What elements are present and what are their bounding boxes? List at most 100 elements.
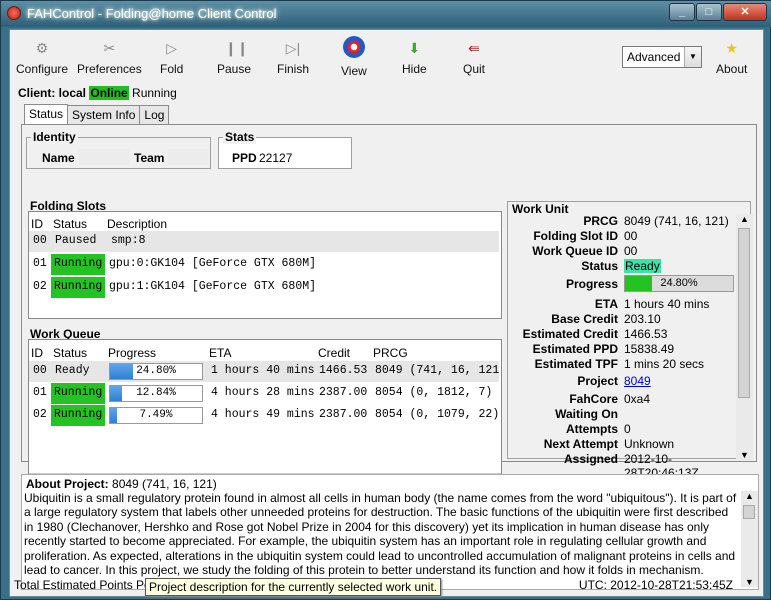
- quit-button[interactable]: ⇚ Quit: [463, 40, 485, 76]
- down-arrow-icon: ⬇: [408, 40, 421, 56]
- wu-slot-id-label: Folding Slot ID: [533, 229, 618, 243]
- table-row[interactable]: 02 Running gpu:1:GK104 [GeForce GTX 680M…: [29, 277, 499, 298]
- table-row[interactable]: 02 Running 7.49% 4 hours 49 mins 2387.00…: [29, 405, 499, 426]
- finish-label: Finish: [277, 62, 310, 76]
- about-project-value: 8049 (741, 16, 121): [112, 477, 217, 491]
- table-row[interactable]: 00 Ready 24.80% 1 hours 40 mins 1466.53 …: [29, 361, 499, 382]
- identity-title: Identity: [31, 130, 78, 144]
- scroll-up-icon[interactable]: ▲: [745, 491, 754, 501]
- client-label: Client: local: [18, 86, 87, 100]
- slot-description: smp:8: [111, 234, 146, 247]
- slot-description: gpu:1:GK104 [GeForce GTX 680M]: [109, 280, 317, 293]
- wu-est-credit-label: Estimated Credit: [522, 327, 618, 341]
- client-state: Running: [132, 86, 177, 100]
- minimize-button[interactable]: _: [669, 3, 695, 21]
- slot-id: 02: [33, 280, 47, 293]
- status-panel: Identity Name Team Stats PPD 22127 Foldi…: [21, 124, 757, 491]
- folding-slots-group: Folding Slots ID Status Description 00 P…: [24, 199, 502, 319]
- queue-progress-bar: 12.84%: [109, 385, 203, 402]
- scroll-up-icon[interactable]: ▲: [740, 214, 749, 224]
- slot-status: Running: [51, 254, 106, 275]
- column-header[interactable]: Progress: [108, 346, 156, 360]
- column-header[interactable]: Status: [53, 346, 87, 360]
- close-button[interactable]: ✕: [723, 3, 767, 21]
- hide-button[interactable]: ⬇ Hide: [402, 40, 427, 76]
- stats-group: Stats PPD 22127: [218, 130, 352, 169]
- tools-icon: ✂: [103, 40, 116, 56]
- tab-system-info[interactable]: System Info: [67, 105, 141, 126]
- wu-fahcore-label: FahCore: [569, 392, 618, 406]
- exit-door-icon: ⇚: [468, 40, 480, 56]
- wu-attempts-label: Attempts: [565, 422, 618, 436]
- queue-eta: 1 hours 40 mins: [211, 364, 315, 377]
- column-header[interactable]: Status: [53, 217, 87, 231]
- column-header[interactable]: PRCG: [373, 346, 408, 360]
- app-icon: [7, 6, 21, 20]
- work-queue-table[interactable]: ID Status Progress ETA Credit PRCG 00 Re…: [28, 339, 502, 491]
- tab-status[interactable]: Status: [24, 104, 69, 125]
- queue-progress-bar: 24.80%: [109, 363, 203, 380]
- about-scrollbar[interactable]: ▲ ▼: [741, 491, 758, 587]
- queue-progress-bar: 7.49%: [109, 407, 203, 424]
- queue-prcg: 8054 (0, 1079, 22): [375, 408, 500, 421]
- about-project-text[interactable]: Ubiquitin is a small regulatory protein …: [24, 491, 738, 585]
- column-header[interactable]: Description: [107, 217, 167, 231]
- fold-button[interactable]: ▷ Fold: [160, 40, 183, 76]
- play-icon: ▷: [166, 40, 178, 56]
- online-badge: Online: [89, 86, 129, 100]
- preferences-button[interactable]: ✂ Preferences: [77, 40, 142, 76]
- identity-group: Identity Name Team: [26, 130, 211, 169]
- folding-slots-table[interactable]: ID Status Description 00 Paused smp:8 01…: [28, 211, 502, 319]
- wu-est-ppd-label: Estimated PPD: [532, 342, 618, 356]
- wu-status-label: Status: [581, 259, 618, 273]
- wu-fahcore-value: 0xa4: [624, 392, 651, 406]
- mode-select[interactable]: Advanced ▼: [622, 46, 702, 68]
- tab-bar: Status System Info Log: [24, 104, 170, 126]
- queue-status: Running: [51, 383, 106, 404]
- scrollbar-thumb[interactable]: [743, 505, 755, 519]
- finish-button[interactable]: ▷| Finish: [277, 40, 309, 76]
- chevron-down-icon[interactable]: ▼: [684, 47, 701, 67]
- wu-prcg-value: 8049 (741, 16, 121): [624, 214, 729, 228]
- queue-id: 02: [33, 408, 47, 421]
- star-icon: ★: [725, 40, 738, 56]
- queue-prcg: 8054 (0, 1812, 7): [375, 386, 493, 399]
- table-row[interactable]: 01 Running 12.84% 4 hours 28 mins 2387.0…: [29, 383, 499, 404]
- wu-est-tpf-label: Estimated TPF: [534, 357, 618, 371]
- pause-button[interactable]: ❙❙ Pause: [217, 40, 251, 76]
- table-row[interactable]: 01 Running gpu:0:GK104 [GeForce GTX 680M…: [29, 254, 499, 275]
- queue-eta: 4 hours 49 mins: [211, 408, 315, 421]
- wu-status-value: Ready: [624, 259, 661, 273]
- column-header[interactable]: ID: [31, 346, 43, 360]
- column-header[interactable]: ETA: [209, 346, 231, 360]
- progress-text: 12.84%: [136, 387, 176, 399]
- quit-label: Quit: [463, 62, 486, 76]
- maximize-button[interactable]: □: [696, 3, 722, 21]
- wu-eta-value: 1 hours 40 mins: [624, 297, 710, 311]
- title-bar[interactable]: FAHControl - Folding@home Client Control…: [1, 1, 771, 27]
- tab-log[interactable]: Log: [139, 105, 170, 126]
- about-button[interactable]: ★ About: [716, 40, 747, 76]
- total-points-label: Total Estimated Points Pe: [14, 578, 151, 592]
- vertical-scrollbar[interactable]: ▲ ▼: [736, 214, 753, 460]
- slot-status: Paused: [55, 234, 97, 247]
- column-header[interactable]: Credit: [318, 346, 350, 360]
- work-unit-group: Work Unit PRCG 8049 (741, 16, 121) Folding…: [507, 201, 753, 480]
- queue-eta: 4 hours 28 mins: [211, 386, 315, 399]
- wu-progress-bar: 24.80%: [624, 275, 734, 292]
- view-button[interactable]: View: [341, 36, 367, 78]
- wu-progress-label: Progress: [565, 277, 618, 291]
- table-row[interactable]: 00 Paused smp:8: [29, 231, 499, 252]
- wu-project-value[interactable]: 8049: [624, 374, 651, 388]
- configure-button[interactable]: ⚙ Configure: [16, 40, 68, 76]
- wu-base-credit-label: Base Credit: [551, 312, 618, 326]
- queue-credit: 1466.53: [319, 364, 368, 377]
- about-project-label: About Project:: [26, 477, 109, 491]
- wu-est-ppd-value: 15838.49: [624, 342, 675, 356]
- wu-assigned-label: Assigned: [563, 452, 618, 466]
- scroll-down-icon[interactable]: ▼: [740, 450, 749, 460]
- column-header[interactable]: ID: [31, 217, 43, 231]
- client-status-line: Client: local Online Running: [18, 86, 177, 100]
- client-area: ⚙ Configure ✂ Preferences ▷ Fold ❙❙ Pause ▷|…: [9, 29, 764, 597]
- scrollbar-thumb[interactable]: [738, 228, 750, 398]
